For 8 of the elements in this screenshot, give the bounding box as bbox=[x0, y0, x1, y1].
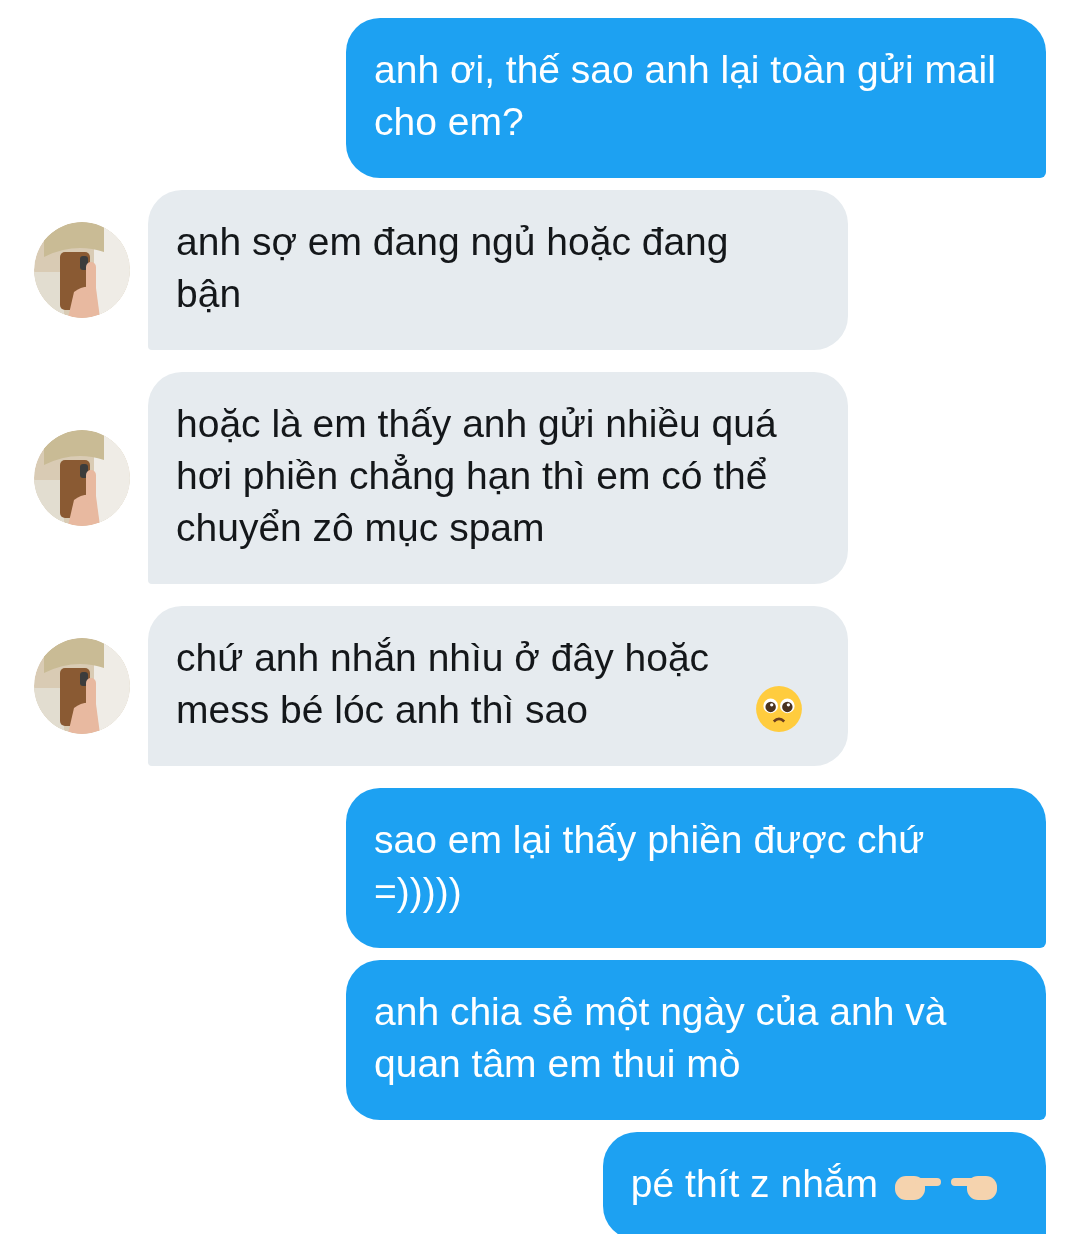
message-text: chứ anh nhắn nhìu ở đây hoặc mess bé lóc anh thì sao bbox=[176, 635, 711, 733]
message-text: sao em lại thấy phiền được chứ =))))) bbox=[374, 817, 926, 915]
message-text: pé thít z nhắm bbox=[630, 1161, 878, 1207]
message-text: anh ơi, thế sao anh lại toàn gửi mail cho em? bbox=[374, 47, 997, 145]
message-text: anh chia sẻ một ngày của anh và quan tâm em thui mò bbox=[374, 989, 948, 1087]
message-text: anh sợ em đang ngủ hoặc đang bận bbox=[176, 219, 730, 317]
pleading-face-icon bbox=[754, 684, 804, 734]
message-text: hoặc là em thấy anh gửi nhiều quá hơi phiền chẳng hạn thì em có thể chuyển zô mục spam bbox=[176, 401, 778, 551]
